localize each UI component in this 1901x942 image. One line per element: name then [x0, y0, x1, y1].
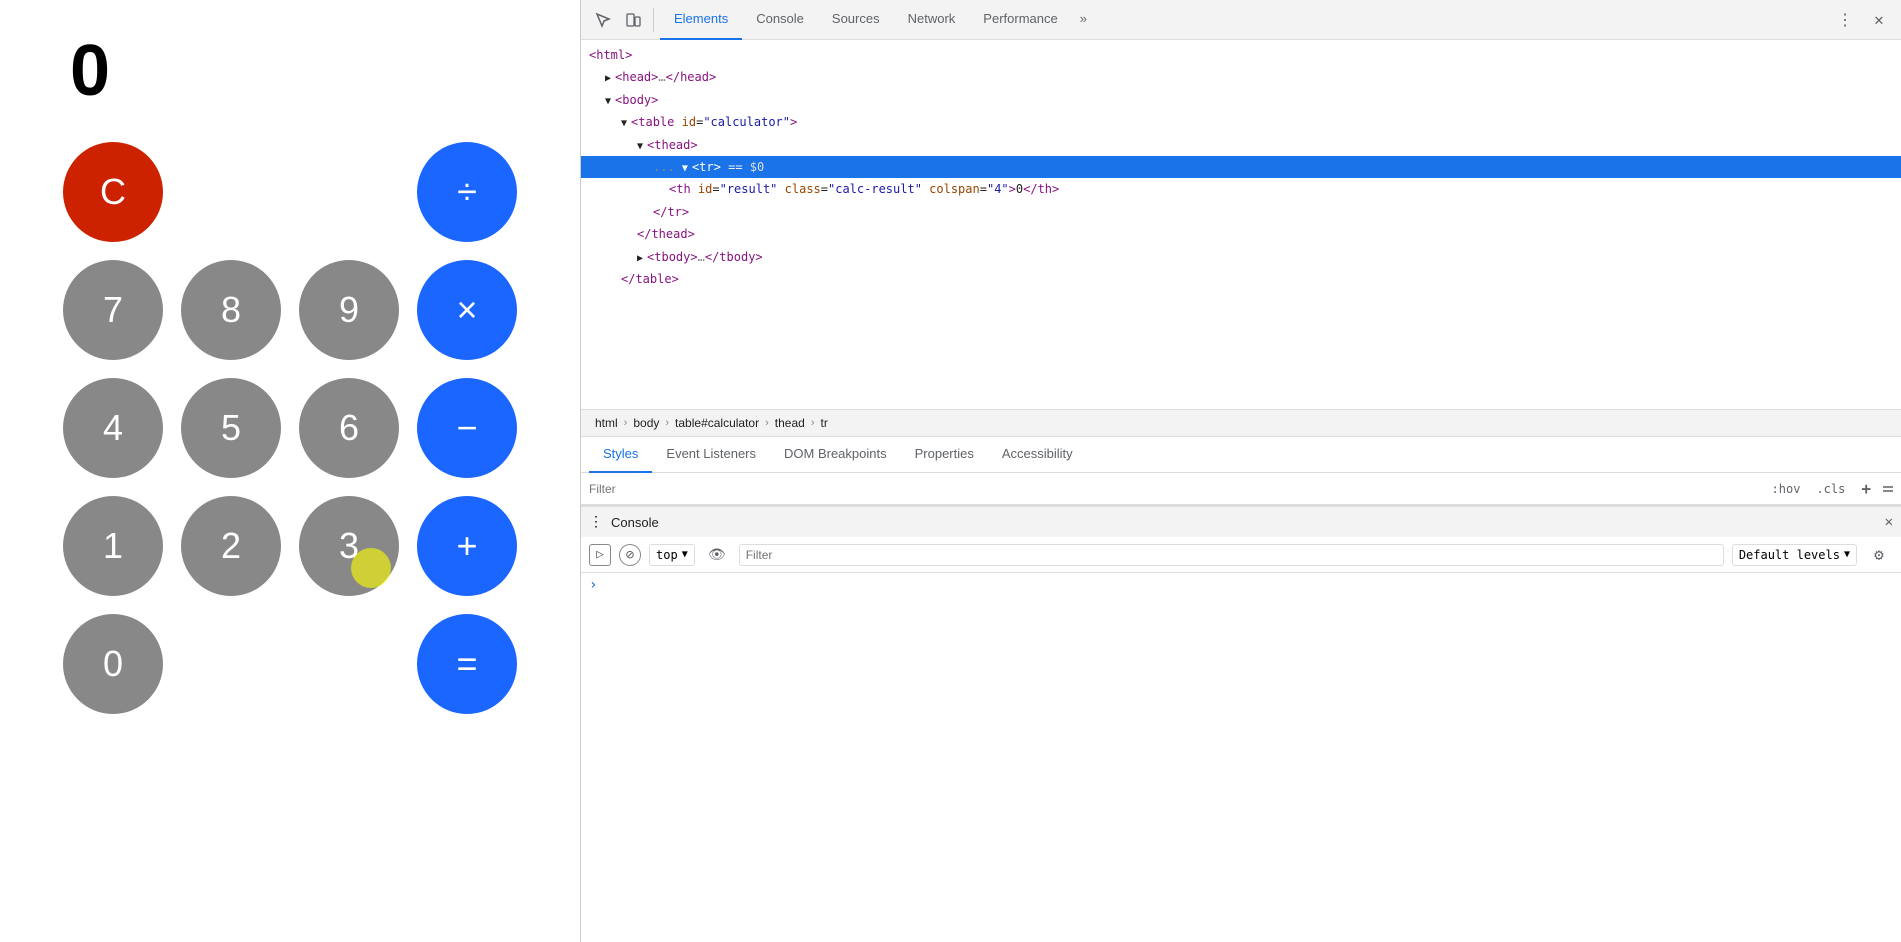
- nine-button[interactable]: 9: [299, 260, 399, 360]
- html-line[interactable]: <html>: [581, 44, 1901, 66]
- elements-panel: <html> ▶<head>…</head> ▼<body> ▼<table i…: [581, 40, 1901, 409]
- table-close-line[interactable]: </table>: [581, 268, 1901, 290]
- levels-arrow: ▼: [1844, 549, 1850, 560]
- tbody-line[interactable]: ▶<tbody>…</tbody>: [581, 246, 1901, 268]
- four-button[interactable]: 4: [63, 378, 163, 478]
- scroll-handle[interactable]: [1883, 486, 1893, 492]
- hov-button[interactable]: :hov: [1768, 480, 1805, 498]
- levels-selector[interactable]: Default levels ▼: [1732, 544, 1857, 566]
- tab-console[interactable]: Console: [742, 0, 818, 40]
- divide-button[interactable]: ÷: [417, 142, 517, 242]
- tab-performance[interactable]: Performance: [969, 0, 1071, 40]
- breadcrumb: html › body › table#calculator › thead ›…: [581, 409, 1901, 437]
- tab-styles[interactable]: Styles: [589, 437, 652, 473]
- tab-accessibility[interactable]: Accessibility: [988, 437, 1087, 473]
- styles-filter-input[interactable]: [589, 482, 1768, 496]
- calculator-panel: 0 C ÷ 7 8 9 × 4 5 6 − 1 2 3 + 0 =: [0, 0, 580, 942]
- two-button[interactable]: 2: [181, 496, 281, 596]
- context-selector[interactable]: top ▼: [649, 544, 695, 566]
- device-toggle-icon[interactable]: [619, 6, 647, 34]
- add-style-button[interactable]: +: [1857, 477, 1875, 500]
- context-label: top: [656, 548, 678, 562]
- thead-line[interactable]: ▼<thead>: [581, 134, 1901, 156]
- devtools-tabs: Elements Console Sources Network Perform…: [660, 0, 1829, 40]
- close-console-icon[interactable]: ✕: [1885, 514, 1893, 530]
- close-devtools-icon[interactable]: ✕: [1865, 6, 1893, 34]
- more-options-icon[interactable]: ⋮: [1831, 6, 1859, 34]
- tab-sources[interactable]: Sources: [818, 0, 894, 40]
- styles-tabs: Styles Event Listeners DOM Breakpoints P…: [581, 437, 1901, 473]
- console-toolbar: ▷ ⊘ top ▼ 👁 Default levels ▼ ⚙: [581, 537, 1901, 573]
- console-drawer-menu[interactable]: ⋮: [589, 514, 603, 530]
- tab-elements[interactable]: Elements: [660, 0, 742, 40]
- multiply-button[interactable]: ×: [417, 260, 517, 360]
- eight-button[interactable]: 8: [181, 260, 281, 360]
- clear-button[interactable]: C: [63, 142, 163, 242]
- devtools-toolbar: Elements Console Sources Network Perform…: [581, 0, 1901, 40]
- bc-tr[interactable]: tr: [814, 416, 833, 430]
- tr-line-selected[interactable]: ... ▼<tr> == $0: [581, 156, 1901, 178]
- tab-properties[interactable]: Properties: [901, 437, 988, 473]
- cls-button[interactable]: .cls: [1812, 480, 1849, 498]
- eye-icon[interactable]: 👁: [703, 541, 731, 569]
- bc-table[interactable]: table#calculator: [669, 416, 765, 430]
- table-line[interactable]: ▼<table id="calculator">: [581, 111, 1901, 133]
- one-button[interactable]: 1: [63, 496, 163, 596]
- levels-label: Default levels: [1739, 548, 1840, 562]
- console-prompt[interactable]: ›: [589, 577, 597, 593]
- seven-button[interactable]: 7: [63, 260, 163, 360]
- devtools-panel: Elements Console Sources Network Perform…: [580, 0, 1901, 942]
- toolbar-separator: [653, 8, 654, 32]
- tr-close-line[interactable]: </tr>: [581, 201, 1901, 223]
- filter-actions: :hov .cls +: [1768, 477, 1893, 500]
- context-arrow: ▼: [682, 549, 688, 560]
- tab-more[interactable]: »: [1072, 0, 1095, 40]
- toolbar-right: ⋮ ✕: [1831, 6, 1893, 34]
- inspect-icon[interactable]: [589, 6, 617, 34]
- head-line[interactable]: ▶<head>…</head>: [581, 66, 1901, 88]
- bc-html[interactable]: html: [589, 416, 624, 430]
- console-drawer-title: Console: [611, 515, 659, 530]
- three-button[interactable]: 3: [299, 496, 399, 596]
- body-line[interactable]: ▼<body>: [581, 89, 1901, 111]
- console-drawer-header: ⋮ Console ✕: [581, 505, 1901, 537]
- tab-dom-breakpoints[interactable]: DOM Breakpoints: [770, 437, 901, 473]
- minus-button[interactable]: −: [417, 378, 517, 478]
- console-body: ›: [581, 573, 1901, 942]
- tab-event-listeners[interactable]: Event Listeners: [652, 437, 770, 473]
- console-settings-icon[interactable]: ⚙: [1865, 541, 1893, 569]
- styles-filter-bar: :hov .cls +: [581, 473, 1901, 505]
- calc-display: 0: [30, 30, 110, 112]
- six-button[interactable]: 6: [299, 378, 399, 478]
- block-icon[interactable]: ⊘: [619, 544, 641, 566]
- cursor-indicator: [351, 548, 391, 588]
- console-filter-input[interactable]: [739, 544, 1724, 566]
- five-button[interactable]: 5: [181, 378, 281, 478]
- bc-thead[interactable]: thead: [769, 416, 811, 430]
- zero-button[interactable]: 0: [63, 614, 163, 714]
- thead-close-line[interactable]: </thead>: [581, 223, 1901, 245]
- tab-network[interactable]: Network: [894, 0, 970, 40]
- execute-icon[interactable]: ▷: [589, 544, 611, 566]
- bc-body[interactable]: body: [627, 416, 665, 430]
- equals-button[interactable]: =: [417, 614, 517, 714]
- calc-grid: C ÷ 7 8 9 × 4 5 6 − 1 2 3 + 0 =: [63, 142, 517, 714]
- th-line[interactable]: <th id="result" class="calc-result" cols…: [581, 178, 1901, 200]
- plus-button[interactable]: +: [417, 496, 517, 596]
